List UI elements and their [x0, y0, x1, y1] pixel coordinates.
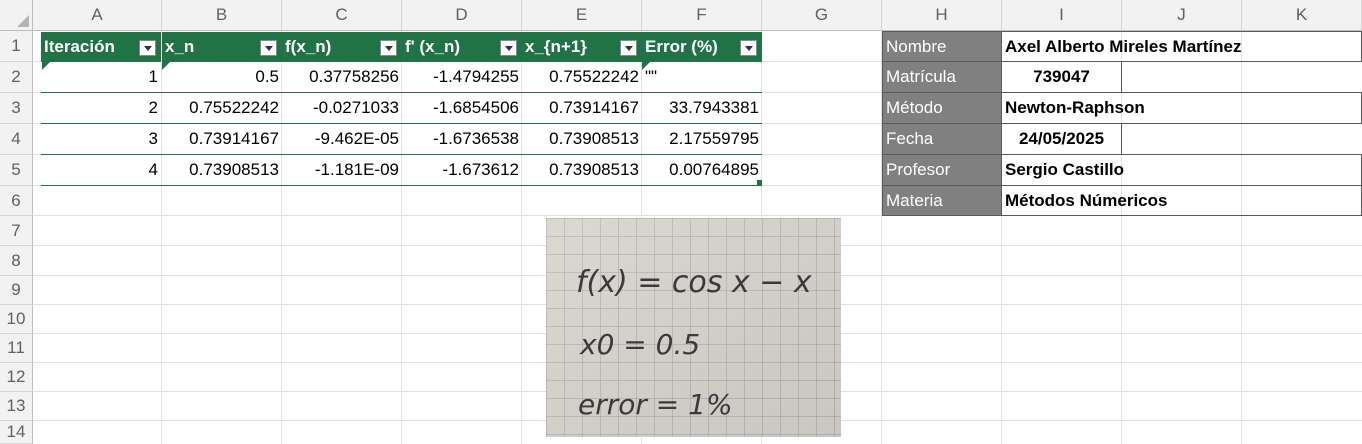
error-indicator-icon — [42, 62, 50, 70]
row-header-8[interactable]: 8 — [0, 246, 33, 276]
info-value-materia[interactable]: Métodos Númericos — [1001, 185, 1362, 216]
table-cell[interactable]: 0.73908513 — [522, 155, 642, 185]
header-label: Error (%) — [645, 37, 718, 56]
info-value-nombre[interactable]: Axel Alberto Mireles Martínez — [1001, 31, 1362, 62]
graph-paper-icon: f(x) = cos x − x x0 = 0.5 error = 1% — [546, 218, 841, 437]
filter-dropdown-icon[interactable] — [620, 40, 637, 56]
header-label: f' (x_n) — [405, 37, 461, 56]
info-label-profesor[interactable]: Profesor — [882, 154, 1002, 186]
table-cell[interactable]: -9.462E-05 — [282, 124, 402, 154]
table-cell[interactable]: 33.7943381 — [642, 93, 762, 123]
table-cell[interactable]: -1.6854506 — [402, 93, 522, 123]
row-header-9[interactable]: 9 — [0, 276, 33, 305]
row-header-7[interactable]: 7 — [0, 216, 33, 246]
row-header-13[interactable]: 13 — [0, 392, 33, 421]
table-cell[interactable]: 0.37758256 — [282, 62, 402, 92]
column-header-d[interactable]: D — [402, 0, 522, 31]
row-header-2[interactable]: 2 — [0, 62, 33, 93]
info-value-matricula[interactable]: 739047 — [1001, 61, 1122, 93]
row-header-12[interactable]: 12 — [0, 363, 33, 392]
header-label: x_n — [165, 37, 195, 56]
select-all-corner[interactable] — [0, 0, 33, 31]
row-header-5[interactable]: 5 — [0, 155, 33, 186]
filter-dropdown-icon[interactable] — [139, 40, 156, 56]
error-indicator-icon — [642, 62, 650, 70]
table-row-border — [41, 123, 762, 124]
table-cell[interactable]: 3 — [34, 124, 161, 154]
table-cell[interactable]: 0.73914167 — [162, 124, 282, 154]
row-header-14[interactable]: 14 — [0, 421, 33, 444]
table-cell[interactable]: -0.0271033 — [282, 93, 402, 123]
select-all-triangle-icon — [17, 15, 29, 27]
column-header-j[interactable]: J — [1122, 0, 1242, 31]
handwritten-notes-image[interactable]: f(x) = cos x − x x0 = 0.5 error = 1% — [546, 218, 841, 437]
table-cell[interactable]: 0.75522242 — [162, 93, 282, 123]
row-header-4[interactable]: 4 — [0, 124, 33, 155]
table-cell[interactable]: 4 — [34, 155, 161, 185]
column-header-b[interactable]: B — [162, 0, 282, 31]
table-cell[interactable]: -1.6736538 — [402, 124, 522, 154]
table-cell[interactable]: 1 — [34, 62, 161, 92]
info-label-fecha[interactable]: Fecha — [882, 123, 1002, 155]
handwriting-line: error = 1% — [578, 388, 733, 421]
row-header-6[interactable]: 6 — [0, 186, 33, 216]
header-label: f(x_n) — [285, 37, 332, 56]
column-header-c[interactable]: C — [282, 0, 402, 31]
header-label: x_{n+1} — [525, 37, 587, 56]
row-header-10[interactable]: 10 — [0, 305, 33, 334]
info-value-profesor[interactable]: Sergio Castillo — [1001, 154, 1362, 186]
row-header-3[interactable]: 3 — [0, 93, 33, 124]
info-label-materia[interactable]: Materia — [882, 185, 1002, 216]
header-label: Iteración — [44, 37, 115, 56]
table-cell[interactable]: "" — [642, 62, 762, 92]
info-value-fecha[interactable]: 24/05/2025 — [1001, 123, 1122, 155]
column-header-k[interactable]: K — [1242, 0, 1362, 31]
column-header-e[interactable]: E — [522, 0, 642, 31]
column-header-h[interactable]: H — [882, 0, 1002, 31]
error-indicator-icon — [162, 62, 170, 70]
table-cell[interactable]: -1.181E-09 — [282, 155, 402, 185]
column-header-i[interactable]: I — [1002, 0, 1122, 31]
filter-dropdown-icon[interactable] — [500, 40, 517, 56]
info-label-nombre[interactable]: Nombre — [882, 31, 1002, 62]
handwriting-line: x0 = 0.5 — [579, 328, 700, 361]
table-cell[interactable]: 0.00764895 — [642, 155, 762, 185]
handwriting-line: f(x) = cos x − x — [576, 265, 812, 300]
table-row-border — [41, 92, 762, 93]
info-label-matricula[interactable]: Matrícula — [882, 61, 1002, 93]
table-resize-handle[interactable] — [757, 180, 762, 185]
table-cell[interactable]: 0.75522242 — [522, 62, 642, 92]
filter-dropdown-icon[interactable] — [260, 40, 277, 56]
table-cell[interactable]: 2.17559795 — [642, 124, 762, 154]
row-header-1[interactable]: 1 — [0, 31, 33, 62]
table-row-border — [41, 154, 762, 155]
column-header-g[interactable]: G — [762, 0, 882, 31]
table-cell[interactable]: -1.673612 — [402, 155, 522, 185]
row-header-11[interactable]: 11 — [0, 334, 33, 363]
filter-dropdown-icon[interactable] — [380, 40, 397, 56]
table-cell[interactable]: 0.5 — [162, 62, 282, 92]
filter-dropdown-icon[interactable] — [740, 40, 757, 56]
column-header-a[interactable]: A — [33, 0, 162, 31]
table-cell[interactable]: -1.4794255 — [402, 62, 522, 92]
table-cell[interactable]: 2 — [34, 93, 161, 123]
table-cell[interactable]: 0.73908513 — [162, 155, 282, 185]
table-cell[interactable]: 0.73914167 — [522, 93, 642, 123]
info-label-metodo[interactable]: Método — [882, 92, 1002, 124]
info-value-metodo[interactable]: Newton-Raphson — [1001, 92, 1362, 124]
table-row-border — [41, 185, 762, 186]
column-header-f[interactable]: F — [642, 0, 762, 31]
table-cell[interactable]: 0.73908513 — [522, 124, 642, 154]
